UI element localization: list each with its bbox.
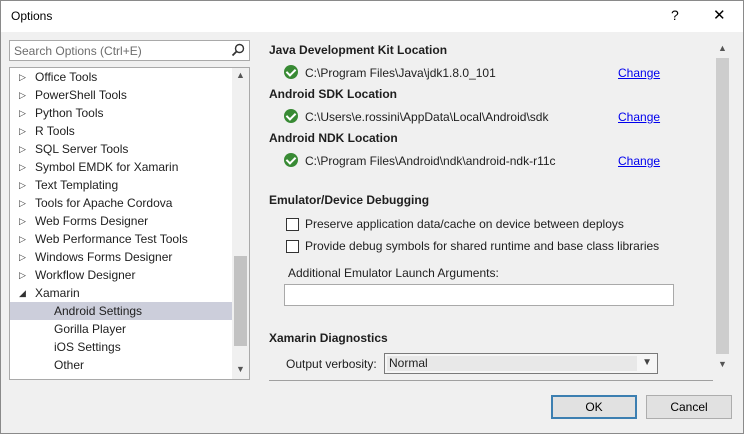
verbosity-value: Normal xyxy=(387,356,637,371)
emulator-section-title: Emulator/Device Debugging xyxy=(269,193,430,207)
tree-item-label: Office Tools xyxy=(35,70,98,84)
jdk-change-link[interactable]: Change xyxy=(618,66,660,80)
scroll-up-icon[interactable]: ▲ xyxy=(236,70,245,80)
android-sdk-path: C:\Users\e.rossini\AppData\Local\Android… xyxy=(305,110,549,124)
tree-item[interactable]: ▷ Web Forms Designer xyxy=(10,212,232,230)
debug-symbols-checkbox[interactable] xyxy=(286,240,299,253)
android-sdk-change-link[interactable]: Change xyxy=(618,110,660,124)
tree-item[interactable]: Other xyxy=(10,356,232,374)
tree-item[interactable]: iOS Settings xyxy=(10,338,232,356)
tree-item[interactable]: ◢ Xamarin xyxy=(10,284,232,302)
collapsed-arrow-icon[interactable]: ▷ xyxy=(19,212,26,230)
tree-item-label: Xamarin xyxy=(35,286,80,300)
android-sdk-status-check-icon xyxy=(284,109,298,123)
tree-item[interactable]: ▷ Windows Forms Designer xyxy=(10,248,232,266)
tree-item-label: Gorilla Player xyxy=(54,322,127,336)
collapsed-arrow-icon[interactable]: ▷ xyxy=(19,230,26,248)
tree-item-label: Text Templating xyxy=(35,178,119,192)
debug-symbols-label[interactable]: Provide debug symbols for shared runtime… xyxy=(305,239,659,253)
tree-item[interactable]: ▷ Office Tools xyxy=(10,68,232,86)
content-divider xyxy=(269,380,713,381)
tree-item[interactable]: ▷ Web Performance Test Tools xyxy=(10,230,232,248)
options-tree[interactable]: ▷ Office Tools ▷ PowerShell Tools ▷ Python To… xyxy=(9,67,250,380)
tree-item[interactable]: Android Settings xyxy=(10,302,232,320)
diagnostics-section-title: Xamarin Diagnostics xyxy=(269,331,388,345)
cancel-button[interactable]: Cancel xyxy=(646,395,732,419)
help-button[interactable]: ? xyxy=(671,7,679,23)
jdk-section-title: Java Development Kit Location xyxy=(269,43,448,57)
jdk-status-check-icon xyxy=(284,65,298,79)
tree-item-label: SQL Server Tools xyxy=(35,142,129,156)
tree-item[interactable]: ▷ Tools for Apache Cordova xyxy=(10,194,232,212)
tree-item[interactable]: ▷ Text Templating xyxy=(10,176,232,194)
collapsed-arrow-icon[interactable]: ▷ xyxy=(19,86,26,104)
collapsed-arrow-icon[interactable]: ▷ xyxy=(19,248,26,266)
window-title: Options xyxy=(11,9,53,23)
collapsed-arrow-icon[interactable]: ▷ xyxy=(19,158,26,176)
tree-item[interactable]: ▷ Workflow Designer xyxy=(10,266,232,284)
preserve-data-label[interactable]: Preserve application data/cache on devic… xyxy=(305,217,624,231)
verbosity-select[interactable]: Normal ▼ xyxy=(384,353,658,374)
tree-item-label: Web Forms Designer xyxy=(35,214,149,228)
preserve-data-checkbox[interactable] xyxy=(286,218,299,231)
tree-item-label: Workflow Designer xyxy=(35,268,136,282)
android-ndk-status-check-icon xyxy=(284,153,298,167)
android-ndk-path: C:\Program Files\Android\ndk\android-ndk… xyxy=(305,154,556,168)
tree-item-label: Other xyxy=(54,358,85,372)
tree-item-label: Symbol EMDK for Xamarin xyxy=(35,160,179,174)
collapsed-arrow-icon[interactable]: ▷ xyxy=(19,104,26,122)
tree-item-label: Android Settings xyxy=(54,304,143,318)
tree-item-label: Web Performance Test Tools xyxy=(35,232,188,246)
title-bar: Options ? ✕ xyxy=(1,1,743,32)
tree-item[interactable]: ▷ SQL Server Tools xyxy=(10,140,232,158)
collapsed-arrow-icon[interactable]: ▷ xyxy=(19,266,26,284)
tree-item-label: Windows Forms Designer xyxy=(35,250,173,264)
search-icon[interactable] xyxy=(231,43,245,57)
settings-scroll-thumb[interactable] xyxy=(716,58,729,354)
expanded-arrow-icon[interactable]: ◢ xyxy=(19,284,26,302)
tree-item-label: iOS Settings xyxy=(54,340,121,354)
verbosity-label: Output verbosity: xyxy=(286,357,377,371)
emulator-args-label: Additional Emulator Launch Arguments: xyxy=(288,266,499,280)
settings-scrollbar[interactable]: ▲ ▼ xyxy=(714,40,731,374)
collapsed-arrow-icon[interactable]: ▷ xyxy=(19,68,26,86)
collapsed-arrow-icon[interactable]: ▷ xyxy=(19,194,26,212)
android-ndk-section-title: Android NDK Location xyxy=(269,131,398,145)
tree-item[interactable]: ▷ Symbol EMDK for Xamarin xyxy=(10,158,232,176)
collapsed-arrow-icon[interactable]: ▷ xyxy=(19,140,26,158)
tree-item[interactable]: ▷ PowerShell Tools xyxy=(10,86,232,104)
android-sdk-section-title: Android SDK Location xyxy=(269,87,397,101)
tree-item[interactable]: ▷ R Tools xyxy=(10,122,232,140)
emulator-args-input[interactable] xyxy=(284,284,674,306)
tree-item[interactable]: ▷ Python Tools xyxy=(10,104,232,122)
options-dialog: Options ? ✕ Search Options (Ctrl+E) ▷ Off… xyxy=(0,0,744,434)
collapsed-arrow-icon[interactable]: ▷ xyxy=(19,122,26,140)
android-ndk-change-link[interactable]: Change xyxy=(618,154,660,168)
tree-item-label: Tools for Apache Cordova xyxy=(35,196,173,210)
tree-item[interactable]: Gorilla Player xyxy=(10,320,232,338)
ok-button[interactable]: OK xyxy=(551,395,637,419)
scroll-down-icon[interactable]: ▼ xyxy=(236,364,245,374)
search-input[interactable]: Search Options (Ctrl+E) xyxy=(9,40,250,61)
collapsed-arrow-icon[interactable]: ▷ xyxy=(19,176,26,194)
tree-scrollbar[interactable]: ▲ ▼ xyxy=(232,68,249,379)
jdk-path: C:\Program Files\Java\jdk1.8.0_101 xyxy=(305,66,496,80)
scroll-down-icon[interactable]: ▼ xyxy=(718,359,727,369)
tree-item-label: PowerShell Tools xyxy=(35,88,127,102)
search-placeholder: Search Options (Ctrl+E) xyxy=(14,44,142,58)
scroll-up-icon[interactable]: ▲ xyxy=(718,43,727,53)
tree-scroll-thumb[interactable] xyxy=(234,256,247,346)
tree-item-label: R Tools xyxy=(35,124,75,138)
tree-item-label: Python Tools xyxy=(35,106,104,120)
chevron-down-icon[interactable]: ▼ xyxy=(642,357,652,368)
close-button[interactable]: ✕ xyxy=(713,6,726,24)
